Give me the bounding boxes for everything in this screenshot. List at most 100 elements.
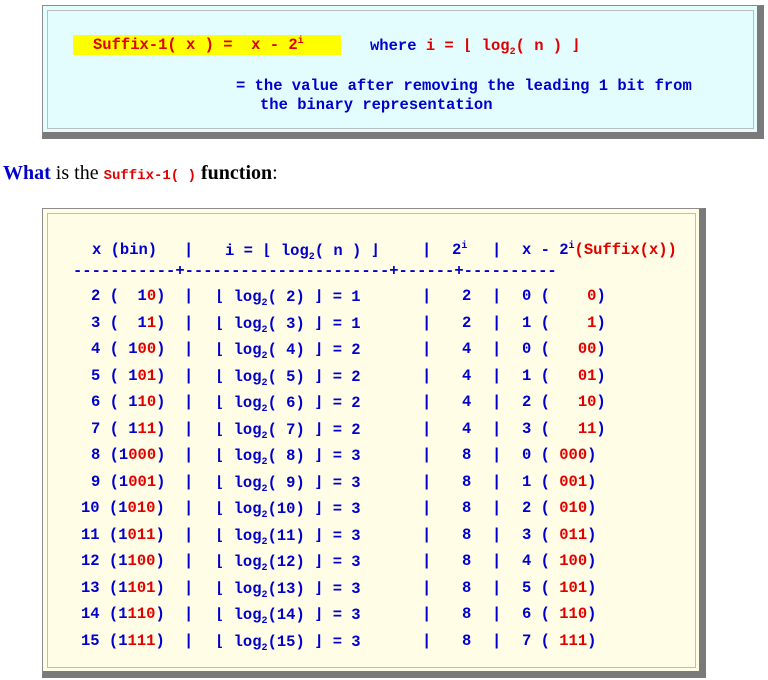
row-separator: |	[184, 340, 194, 358]
formula-rhs: x - 2i	[251, 35, 304, 54]
cell-bin-lead: 1	[118, 472, 129, 491]
cell-suffix: 6 ( 110)	[522, 605, 596, 623]
cell-floor-open: ⌊ log	[215, 579, 262, 598]
cell-bin-rest: 101	[127, 578, 156, 597]
row-separator: |	[492, 419, 502, 438]
cell-log: ⌊ log2( 2) ⌋ = 1	[215, 287, 361, 309]
i-definition: i = ⌊ log2( n ) ⌋	[425, 37, 581, 59]
cell-q: 4 (	[522, 552, 560, 570]
cell-log-arg: ( 7) ⌋ = 2	[267, 420, 361, 439]
row-separator: |	[184, 552, 194, 570]
row-separator: |	[492, 366, 502, 385]
row-separator: |	[422, 552, 432, 570]
cell-suffix: 0 ( 00)	[522, 340, 606, 358]
header-divider: -----------+----------------------+-----…	[73, 262, 557, 280]
row-separator: |	[422, 631, 432, 650]
heading-colon: :	[272, 162, 278, 184]
cell-paren: )	[156, 340, 166, 358]
cell-paren: )	[587, 472, 597, 491]
row-separator: |	[422, 499, 432, 517]
cell-floor-open: ⌊ log	[215, 367, 262, 386]
cell-paren: )	[155, 631, 165, 650]
cell-pow: 8	[462, 552, 472, 570]
heading-is-the: is the	[50, 162, 104, 184]
heading-fn: Suffix-1( )	[103, 168, 196, 184]
row-separator: |	[422, 340, 432, 358]
cell-paren: (	[109, 340, 129, 358]
cell-bin-rest: 01	[137, 366, 157, 385]
cell-n: 2	[91, 287, 110, 305]
cell-log-arg: (10) ⌋ = 3	[267, 500, 361, 518]
cell-suffix: 0 ( 0)	[522, 287, 606, 305]
cell-x-bin: 6 ( 110)	[91, 393, 165, 411]
cell-paren: (	[108, 525, 119, 544]
cell-suffix: 1 ( 01)	[522, 367, 606, 385]
cell-floor-open: ⌊ log	[215, 447, 262, 465]
cell-paren: (	[108, 552, 119, 570]
cell-bin-lead: 1	[128, 419, 138, 438]
cell-suffix: 3 ( 011)	[522, 526, 596, 544]
cell-bin-rest: 11	[137, 419, 157, 438]
cell-floor-open: ⌊ log	[215, 606, 262, 624]
cell-paren: )	[156, 393, 166, 411]
row-separator: |	[184, 499, 194, 517]
where-label: where	[370, 37, 417, 55]
cell-suffix: 4 ( 100)	[522, 552, 596, 570]
definition-line-2: = the value after removing the leading 1…	[236, 77, 692, 95]
cell-n: 8	[91, 446, 110, 464]
cell-paren: )	[156, 446, 166, 464]
table-box-inner	[47, 213, 696, 668]
cell-n: 5	[91, 366, 110, 385]
header-pow: 2i	[452, 240, 468, 259]
header-x-bin: x (bin)	[92, 241, 158, 259]
cell-q: 0 (	[522, 446, 560, 464]
cell-n: 13	[81, 578, 109, 597]
cell-n: 11	[81, 525, 109, 544]
cell-floor-open: ⌊ log	[215, 473, 262, 492]
cell-x-bin: 11 (1011)	[81, 526, 165, 544]
cell-bin-lead: 1	[118, 499, 128, 517]
section-heading: What is the Suffix-1( ) function:	[3, 162, 278, 185]
heading-what: What	[3, 162, 51, 184]
cell-suffix-bits: 110	[559, 605, 588, 623]
cell-bin-rest: 110	[127, 605, 156, 623]
cell-log-arg: (15) ⌋ = 3	[267, 632, 361, 651]
cell-bin-lead: 1	[128, 393, 138, 411]
cell-paren: )	[587, 631, 597, 650]
cell-paren: )	[596, 313, 606, 332]
row-separator: |	[184, 287, 194, 305]
cell-q: 0 (	[522, 340, 578, 358]
cell-log: ⌊ log2(11) ⌋ = 3	[215, 526, 361, 548]
cell-q: 5 (	[522, 578, 560, 597]
row-separator: |	[492, 578, 502, 597]
cell-paren: (	[108, 499, 119, 517]
row-separator: |	[422, 366, 432, 385]
cell-pow: 8	[462, 446, 472, 464]
cell-paren: (	[108, 605, 119, 623]
cell-q: 1 (	[522, 472, 560, 491]
cell-q: 6 (	[522, 605, 560, 623]
cell-pow: 4	[462, 340, 472, 358]
cell-bin-lead: 1	[118, 605, 128, 623]
row-separator: |	[184, 631, 194, 650]
cell-log-arg: (13) ⌋ = 3	[267, 579, 361, 598]
cell-paren: )	[596, 366, 606, 385]
cell-paren: (	[109, 419, 129, 438]
row-separator: |	[184, 313, 194, 332]
cell-paren: )	[155, 605, 165, 623]
header-i: i = ⌊ log2( n ) ⌋	[225, 242, 380, 264]
row-separator: |	[492, 393, 502, 411]
cell-suffix: 2 ( 010)	[522, 499, 596, 517]
row-separator: |	[184, 525, 194, 544]
cell-bin-lead: 1	[118, 578, 128, 597]
cell-log: ⌊ log2( 4) ⌋ = 2	[215, 340, 361, 362]
cell-bin-rest: 10	[137, 393, 157, 411]
cell-log-arg: ( 5) ⌋ = 2	[267, 367, 361, 386]
cell-log: ⌊ log2( 5) ⌋ = 2	[215, 367, 361, 389]
cell-paren: )	[156, 287, 166, 305]
row-separator: |	[422, 287, 432, 305]
cell-floor-open: ⌊ log	[215, 526, 262, 545]
cell-pow: 8	[462, 472, 472, 491]
cell-log-arg: (11) ⌋ = 3	[267, 526, 361, 545]
cell-paren: (	[109, 393, 129, 411]
